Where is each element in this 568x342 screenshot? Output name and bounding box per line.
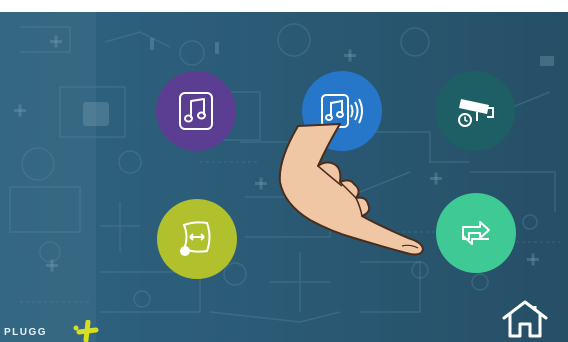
- app-frame: PLUGG: [0, 0, 568, 342]
- home-screen: PLUGG: [0, 12, 568, 342]
- background-pattern: [9, 23, 560, 323]
- cctv-button[interactable]: [435, 71, 515, 151]
- door-phone-icon: [180, 221, 211, 256]
- logo-text: PLUGG: [4, 327, 48, 338]
- sync-button[interactable]: [436, 193, 516, 273]
- sync-icon: [462, 221, 490, 245]
- music-note-icon: [179, 92, 213, 130]
- security-camera-icon: [458, 99, 494, 127]
- plugg-logo: PLUGG: [4, 320, 100, 342]
- intercom-button[interactable]: [157, 199, 237, 279]
- logo-plus-icon: [73, 320, 99, 342]
- music-button[interactable]: [156, 71, 236, 151]
- music-stream-button[interactable]: [302, 71, 382, 151]
- home-icon[interactable]: [500, 298, 550, 340]
- music-note-sound-icon: [321, 94, 363, 128]
